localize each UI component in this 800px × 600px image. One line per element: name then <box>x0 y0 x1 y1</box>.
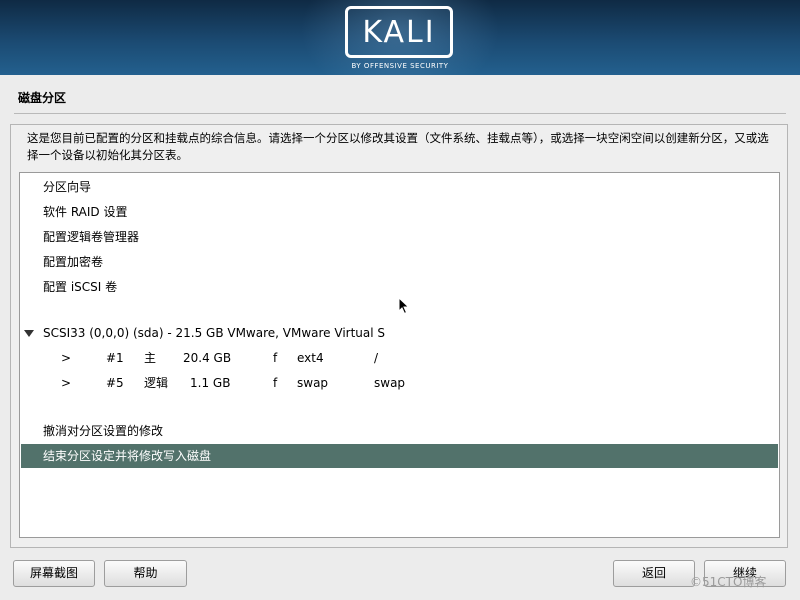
partition-row-5[interactable]: > #5 逻辑 1.1 GB f swap swap <box>21 371 778 395</box>
partition-mount: swap <box>374 376 406 390</box>
partition-type: 逻辑 <box>144 376 169 390</box>
kali-logo: KALI <box>345 6 453 58</box>
partition-marker-icon: > <box>61 351 72 365</box>
partition-fs: swap <box>297 376 329 390</box>
disk-label: SCSI33 (0,0,0) (sda) - 21.5 GB VMware, V… <box>43 326 386 340</box>
expand-arrow-icon <box>24 330 34 337</box>
logo-text: KALI <box>362 14 436 50</box>
screenshot-button[interactable]: 屏幕截图 <box>13 560 95 587</box>
partition-mount: / <box>374 351 379 365</box>
list-item-finish-partitioning[interactable]: 结束分区设定并将修改写入磁盘 <box>21 444 778 468</box>
help-button[interactable]: 帮助 <box>104 560 187 587</box>
list-item-software-raid[interactable]: 软件 RAID 设置 <box>21 200 778 224</box>
partition-number: #1 <box>106 351 124 365</box>
watermark: ©51CTO博客 <box>690 575 767 589</box>
partition-flag: f <box>273 376 278 390</box>
list-item-iscsi[interactable]: 配置 iSCSI 卷 <box>21 275 778 299</box>
title-divider <box>14 113 786 114</box>
list-item-label: 配置 iSCSI 卷 <box>43 280 118 294</box>
partition-fs: ext4 <box>297 351 324 365</box>
partition-size: 1.1 GB <box>190 376 231 390</box>
list-item-label: 分区向导 <box>43 180 92 194</box>
partition-list[interactable]: 分区向导 软件 RAID 设置 配置逻辑卷管理器 配置加密卷 配置 iSCSI … <box>19 172 780 538</box>
partition-marker-icon: > <box>61 376 72 390</box>
partition-flag: f <box>273 351 278 365</box>
list-item-lvm[interactable]: 配置逻辑卷管理器 <box>21 225 778 249</box>
page-title: 磁盘分区 <box>18 91 67 105</box>
list-item-label: 软件 RAID 设置 <box>43 205 128 219</box>
list-item-label: 结束分区设定并将修改写入磁盘 <box>43 449 212 463</box>
list-item-partition-wizard[interactable]: 分区向导 <box>21 175 778 199</box>
partition-row-1[interactable]: > #1 主 20.4 GB f ext4 / <box>21 346 778 370</box>
header-banner: KALI BY OFFENSIVE SECURITY <box>0 0 800 75</box>
list-item-label: 撤消对分区设置的修改 <box>43 424 164 438</box>
disk-row[interactable]: SCSI33 (0,0,0) (sda) - 21.5 GB VMware, V… <box>21 321 778 345</box>
list-item-undo-changes[interactable]: 撤消对分区设置的修改 <box>21 419 778 443</box>
list-item-label: 配置逻辑卷管理器 <box>43 230 140 244</box>
list-item-encrypted-volumes[interactable]: 配置加密卷 <box>21 250 778 274</box>
mouse-pointer-icon <box>398 297 410 315</box>
list-item-label: 配置加密卷 <box>43 255 104 269</box>
back-button[interactable]: 返回 <box>613 560 695 587</box>
partition-size: 20.4 GB <box>183 351 232 365</box>
page-description: 这是您目前已配置的分区和挂载点的综合信息。请选择一个分区以修改其设置（文件系统、… <box>27 131 769 162</box>
partition-type: 主 <box>144 351 157 365</box>
logo-subtext: BY OFFENSIVE SECURITY <box>351 62 449 70</box>
partition-number: #5 <box>106 376 124 390</box>
